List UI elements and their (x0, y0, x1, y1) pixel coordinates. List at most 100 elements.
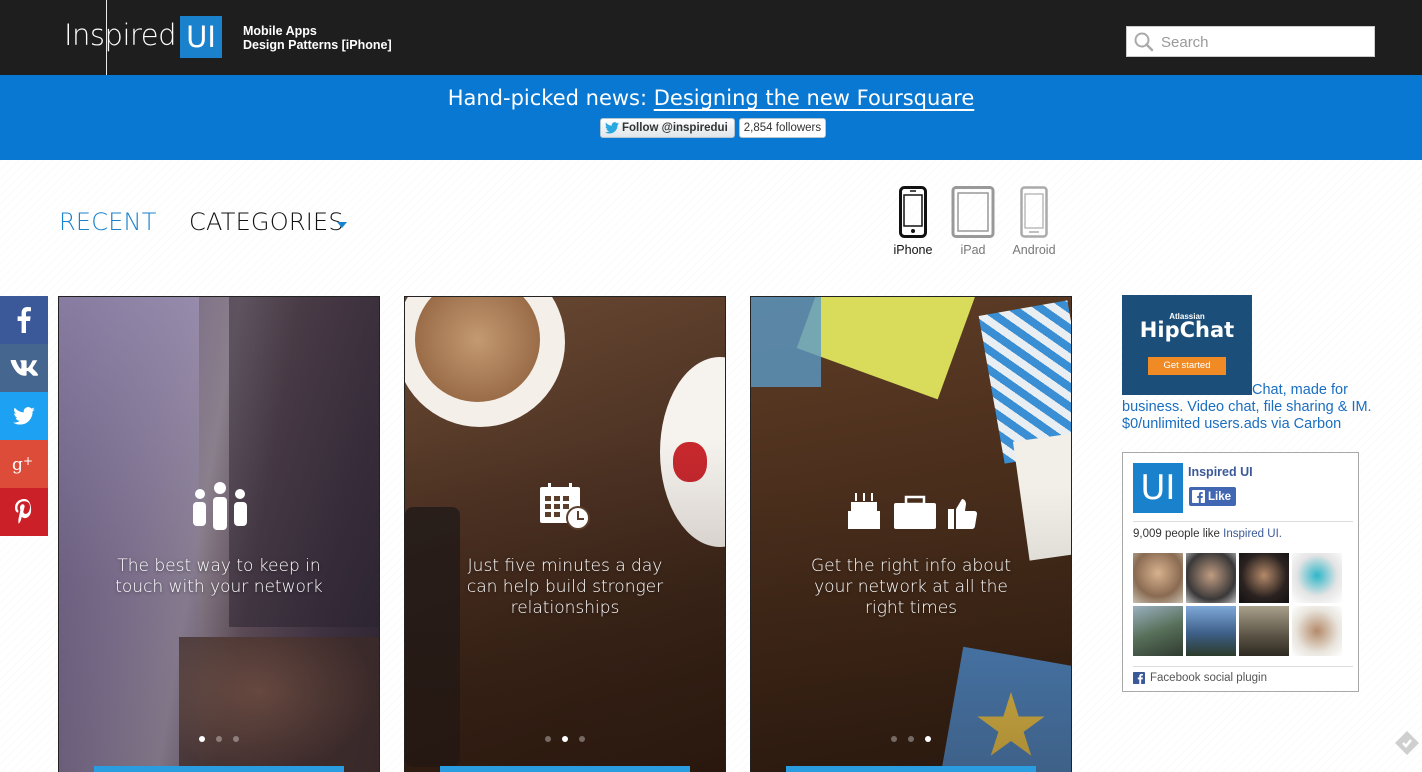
ad-brand: HipChat (1139, 318, 1235, 342)
card-1-caption-line-2: touch with your network (115, 577, 323, 597)
tagline: Mobile Apps Design Patterns [iPhone] (243, 24, 392, 52)
card-2-overlay (405, 297, 725, 772)
facebook-like-box: UI Inspired UI Like 9,009 people like In… (1122, 452, 1359, 692)
twitter-followers-count[interactable]: 2,854 followers (738, 118, 827, 138)
tagline-line-1: Mobile Apps (243, 24, 317, 38)
iphone-icon (899, 186, 927, 238)
share-pinterest-button[interactable] (0, 488, 48, 536)
device-label-iphone: iPhone (893, 243, 933, 257)
fb-page-logo[interactable]: UI (1133, 463, 1183, 513)
ad-text[interactable]: Chat, made for business. Video chat, fil… (1122, 382, 1392, 433)
avatar[interactable] (1133, 606, 1183, 656)
fb-plugin-label: Facebook social plugin (1150, 672, 1267, 684)
twitter-follow-button[interactable]: Follow @inspiredui (600, 118, 735, 138)
card-2-caption-line-3: relationships (510, 598, 620, 618)
card-3-caption-line-1: Get the right info about (810, 556, 1012, 576)
avatar[interactable] (1239, 606, 1289, 656)
share-facebook-button[interactable] (0, 296, 48, 344)
fb-like-count-link[interactable]: Inspired UI. (1223, 528, 1282, 540)
card-1-blur-bg (59, 297, 199, 772)
twitter-follow-label: Follow @inspiredui (622, 122, 728, 134)
fb-separator (1133, 666, 1353, 667)
pager-dot[interactable] (545, 736, 551, 742)
svg-text:+: + (23, 454, 33, 468)
pager-dot[interactable] (199, 736, 205, 742)
card-1-pager (59, 736, 379, 742)
top-bar: Inspired UI Mobile Apps Design Patterns … (0, 0, 1422, 75)
twitter-bird-icon (605, 122, 619, 134)
card-3-button-bar[interactable] (786, 766, 1036, 772)
nav-recent[interactable]: RECENT (59, 208, 157, 236)
card-3[interactable]: Get the right info about your network at… (750, 296, 1072, 772)
card-3-pager (751, 736, 1071, 742)
share-sidebar: g + (0, 296, 48, 536)
avatar[interactable] (1186, 553, 1236, 603)
logo-box[interactable]: UI (180, 16, 222, 58)
card-2-caption-line-1: Just five minutes a day (467, 556, 663, 576)
pager-dot[interactable] (891, 736, 897, 742)
fb-like-button[interactable]: Like (1189, 487, 1237, 506)
avatar[interactable] (1292, 553, 1342, 603)
ad-image[interactable]: Atlassian HipChat Get started (1122, 295, 1252, 395)
pager-dot[interactable] (562, 736, 568, 742)
pinterest-icon (15, 499, 32, 524)
card-2-caption-line-2: can help build stronger (466, 577, 664, 597)
google-plus-icon: g + (12, 454, 33, 474)
card-1-caption-line-1: The best way to keep in (117, 556, 321, 576)
share-twitter-button[interactable] (0, 392, 48, 440)
android-phone-icon (1020, 186, 1048, 238)
avatar[interactable] (1239, 553, 1289, 603)
news-prefix: Hand-picked news: (447, 86, 654, 110)
fb-separator (1133, 521, 1353, 522)
avatar[interactable] (1133, 553, 1183, 603)
share-google-plus-button[interactable]: g + (0, 440, 48, 488)
ipad-icon (951, 186, 995, 238)
people-group-icon (193, 482, 247, 530)
device-android[interactable]: Android (1010, 186, 1058, 257)
card-1-hands (179, 637, 379, 772)
card-2-button-bar[interactable] (440, 766, 690, 772)
avatar[interactable] (1292, 606, 1342, 656)
pager-dot[interactable] (216, 736, 222, 742)
card-2[interactable]: Just five minutes a day can help build s… (404, 296, 726, 772)
news-headline: Hand-picked news: Designing the new Four… (0, 86, 1422, 110)
fb-like-label: Like (1208, 490, 1232, 503)
pager-dot[interactable] (908, 736, 914, 742)
chevron-down-icon[interactable] (337, 222, 347, 228)
device-ipad[interactable]: iPad (951, 186, 995, 257)
card-2-pager (405, 736, 725, 742)
twitter-icon (13, 407, 35, 425)
facebook-icon (17, 307, 31, 333)
card-3-caption-line-2: your network at all the (814, 577, 1008, 597)
card-3-caption: Get the right info about your network at… (751, 556, 1071, 619)
fb-like-count-text: 9,009 people like (1133, 528, 1224, 540)
logo-text[interactable]: Inspired (64, 18, 177, 52)
card-2-caption: Just five minutes a day can help build s… (405, 556, 725, 619)
device-label-android: Android (1012, 243, 1056, 257)
twitter-follow: Follow @inspiredui 2,854 followers (600, 118, 827, 138)
pager-dot[interactable] (579, 736, 585, 742)
card-1-button-bar[interactable] (94, 766, 344, 772)
search-input[interactable] (1161, 31, 1366, 53)
fb-social-plugin[interactable]: Facebook social plugin (1133, 672, 1267, 684)
search-icon (1134, 32, 1154, 52)
search-box[interactable] (1126, 26, 1375, 57)
device-label-ipad: iPad (960, 243, 986, 257)
birthday-briefcase-thumbs-up-icon (848, 493, 977, 529)
pager-dot[interactable] (925, 736, 931, 742)
svg-text:g: g (12, 455, 23, 474)
nav-categories[interactable]: CATEGORIES (189, 208, 344, 236)
tagline-line-2: Design Patterns [iPhone] (243, 38, 392, 52)
ad-cta[interactable]: Get started (1148, 357, 1226, 375)
share-vk-button[interactable] (0, 344, 48, 392)
fb-like-count: 9,009 people like Inspired UI. (1133, 528, 1282, 540)
pager-dot[interactable] (233, 736, 239, 742)
feedback-tag-icon[interactable] (1394, 730, 1420, 756)
card-1-caption: The best way to keep in touch with your … (59, 556, 379, 598)
fb-page-name[interactable]: Inspired UI (1188, 465, 1253, 479)
card-1[interactable]: The best way to keep in touch with your … (58, 296, 380, 772)
avatar[interactable] (1186, 606, 1236, 656)
news-link[interactable]: Designing the new Foursquare (654, 86, 975, 110)
device-iphone[interactable]: iPhone (891, 186, 935, 257)
news-bar: Hand-picked news: Designing the new Four… (0, 75, 1422, 160)
